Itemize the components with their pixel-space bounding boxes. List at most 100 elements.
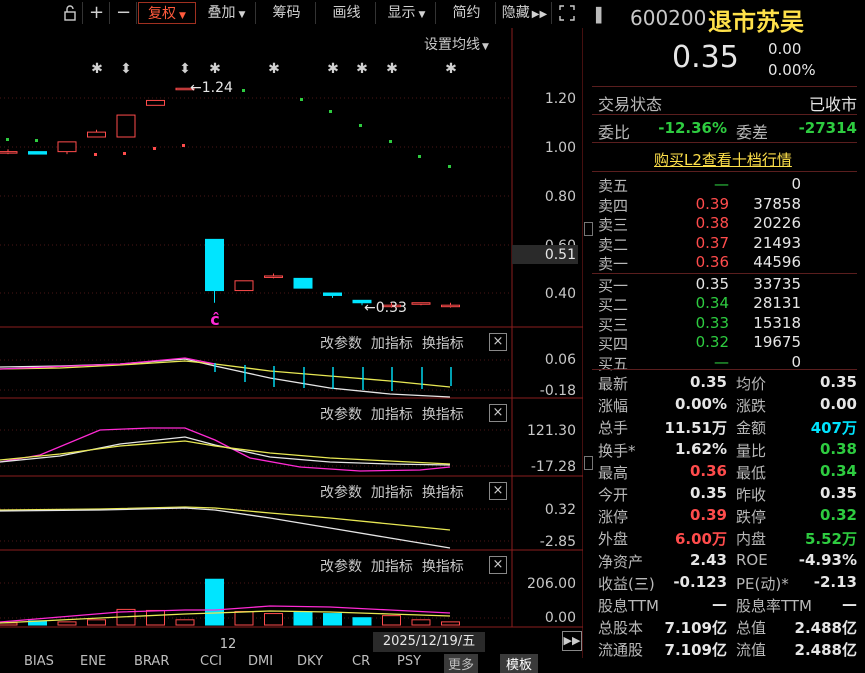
- chips-button[interactable]: 筹码: [258, 2, 316, 24]
- st-marker-icon[interactable]: ĉ: [210, 310, 219, 329]
- event-star-icon[interactable]: ⬍: [179, 61, 191, 77]
- volume-bar: [441, 621, 460, 626]
- event-star-icon[interactable]: ✱: [445, 61, 457, 77]
- tab-cr[interactable]: CR: [352, 654, 370, 669]
- volume-bar: [323, 613, 342, 626]
- price-tick: 1.20: [545, 91, 576, 107]
- ask-row[interactable]: 卖一 0.36 44596: [592, 253, 857, 273]
- event-star-icon[interactable]: ✱: [91, 61, 103, 77]
- tab-template[interactable]: 模板: [500, 654, 539, 673]
- buy-l2-link[interactable]: 购买L2查看十档行情: [654, 149, 792, 170]
- simple-button[interactable]: 简约: [438, 2, 496, 24]
- close-icon[interactable]: ×: [489, 556, 507, 574]
- switch-indicator-button[interactable]: 换指标: [422, 559, 464, 575]
- stat-row: 涨停 0.39 跌停 0.32: [598, 506, 857, 527]
- candle[interactable]: [87, 131, 106, 138]
- switch-indicator-button[interactable]: 换指标: [422, 485, 464, 501]
- event-star-icon[interactable]: ⬍: [120, 61, 132, 77]
- display-button[interactable]: 显示 ▼: [378, 2, 436, 24]
- ask-row[interactable]: 卖二 0.37 21493: [592, 234, 857, 254]
- bid-row[interactable]: 买一 0.35 33735: [592, 275, 857, 295]
- overlay-button[interactable]: 叠加 ▼: [198, 2, 256, 24]
- bid-row[interactable]: 买四 0.32 19675: [592, 333, 857, 353]
- volume-bar: [146, 609, 165, 626]
- volume-tick: 0.00: [545, 610, 576, 626]
- x-axis-tick: 12: [220, 637, 237, 652]
- expand-right-icon[interactable]: ▶▶: [562, 631, 582, 651]
- candle[interactable]: [146, 99, 165, 106]
- ask-row[interactable]: 卖五 —0: [592, 175, 857, 195]
- ask-row[interactable]: 卖三 0.38 20226: [592, 214, 857, 234]
- ask-row[interactable]: 卖四 0.39 37858: [592, 195, 857, 215]
- kdj-tick: -17.28: [531, 459, 576, 475]
- candle[interactable]: [264, 275, 283, 278]
- tab-ene[interactable]: ENE: [80, 654, 106, 669]
- change-param-button[interactable]: 改参数: [320, 559, 362, 575]
- tab-dky[interactable]: DKY: [297, 654, 323, 669]
- setting-ma-button[interactable]: 设置均线 ▼: [424, 34, 489, 54]
- add-indicator-button[interactable]: 加指标: [371, 559, 413, 575]
- last-price: 0.35: [672, 40, 739, 75]
- add-indicator-button[interactable]: 加指标: [371, 407, 413, 423]
- candle[interactable]: [205, 238, 224, 292]
- close-icon[interactable]: ×: [489, 333, 507, 351]
- bid-row[interactable]: 买三 0.33 15318: [592, 314, 857, 334]
- quote-panel: ▌ 600200 退市苏吴 0.35 0.00 0.00% 交易状态 已收市 委…: [592, 0, 865, 665]
- close-icon[interactable]: ×: [489, 404, 507, 422]
- stat-row: 最新 0.35 均价 0.35: [598, 373, 857, 393]
- volume-tick: 206.00: [527, 576, 576, 592]
- candle[interactable]: [0, 151, 18, 154]
- add-indicator-button[interactable]: 加指标: [371, 485, 413, 501]
- switch-indicator-button[interactable]: 换指标: [422, 336, 464, 352]
- bid-row[interactable]: 买二 0.34 28131: [592, 294, 857, 314]
- tab-dmi[interactable]: DMI: [248, 654, 273, 669]
- trade-status-row: 交易状态 已收市: [598, 95, 857, 114]
- change-param-button[interactable]: 改参数: [320, 485, 362, 501]
- fuquan-button[interactable]: 复权 ▼: [138, 2, 196, 24]
- volume-bar: [205, 578, 224, 626]
- event-star-icon[interactable]: ✱: [209, 61, 221, 77]
- event-star-icon[interactable]: ✱: [268, 61, 280, 77]
- event-star-icon[interactable]: ✱: [356, 61, 368, 77]
- event-star-icon[interactable]: ✱: [327, 61, 339, 77]
- candle[interactable]: [411, 302, 431, 305]
- change-param-button[interactable]: 改参数: [320, 336, 362, 352]
- weibi-row: 委比 -12.36% 委差 -27314: [598, 119, 857, 142]
- add-indicator-button[interactable]: 加指标: [371, 336, 413, 352]
- candle[interactable]: [441, 304, 460, 308]
- change-param-button[interactable]: 改参数: [320, 407, 362, 423]
- tab-more[interactable]: 更多: [444, 654, 479, 673]
- volume-bar: [57, 621, 77, 626]
- price-tick: 0.80: [545, 189, 576, 205]
- panel2-buttons: 改参数 加指标 换指标: [320, 404, 510, 424]
- close-icon[interactable]: ×: [489, 482, 507, 500]
- candle[interactable]: [234, 280, 254, 292]
- volume-bar: [352, 617, 372, 626]
- candle[interactable]: [293, 277, 313, 289]
- cursor-date-label: 2025/12/19/五: [373, 632, 485, 652]
- candle[interactable]: [57, 141, 77, 153]
- zoom-out-icon[interactable]: −: [111, 2, 137, 24]
- switch-indicator-button[interactable]: 换指标: [422, 407, 464, 423]
- volume-bar: [293, 612, 313, 626]
- fullscreen-icon[interactable]: [554, 2, 580, 24]
- caret-down-icon: ▼: [238, 10, 246, 20]
- tab-cci[interactable]: CCI: [200, 654, 222, 669]
- stat-row: 外盘 6.00万 内盘 5.52万: [598, 530, 857, 549]
- lock-icon[interactable]: [57, 2, 83, 24]
- zoom-in-icon[interactable]: +: [84, 2, 110, 24]
- candle[interactable]: [323, 292, 342, 296]
- draw-line-button[interactable]: 画线: [318, 2, 376, 24]
- caret-down-icon: ▼: [418, 10, 426, 20]
- hide-button[interactable]: 隐藏 ▶▶: [498, 2, 552, 24]
- tab-brar[interactable]: BRAR: [134, 654, 169, 669]
- event-star-icon[interactable]: ✱: [386, 61, 398, 77]
- tab-bias[interactable]: BIAS: [24, 654, 54, 669]
- current-price-tag: 0.51: [545, 247, 576, 263]
- macd-tick: -0.18: [540, 383, 576, 399]
- candle[interactable]: [116, 114, 136, 138]
- candle[interactable]: [28, 151, 47, 155]
- panel-toggle-icon[interactable]: ▌: [596, 8, 607, 24]
- tab-psy[interactable]: PSY: [397, 654, 421, 669]
- stat-row: 总手 11.51万 金额 407万: [598, 419, 857, 438]
